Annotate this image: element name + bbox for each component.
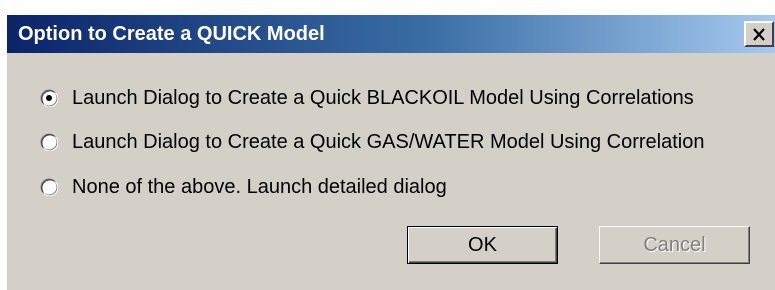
option-blackoil[interactable]: Launch Dialog to Create a Quick BLACKOIL… — [40, 85, 694, 111]
option-label-gas-water: Launch Dialog to Create a Quick GAS/WATE… — [72, 130, 705, 153]
radio-button-blackoil[interactable] — [40, 89, 58, 107]
option-gas-water[interactable]: Launch Dialog to Create a Quick GAS/WATE… — [40, 129, 705, 155]
close-icon — [753, 27, 765, 41]
close-button[interactable] — [744, 21, 774, 47]
title-bar[interactable]: Option to Create a QUICK Model — [7, 15, 775, 53]
quick-model-dialog: Option to Create a QUICK Model Launch Di… — [6, 14, 775, 290]
window-title: Option to Create a QUICK Model — [18, 23, 325, 45]
ok-button[interactable]: OK — [407, 226, 558, 264]
option-detailed-dialog[interactable]: None of the above. Launch detailed dialo… — [40, 174, 447, 200]
radio-button-gas-water[interactable] — [40, 133, 58, 151]
radio-button-detailed-dialog[interactable] — [40, 178, 58, 196]
option-label-detailed-dialog: None of the above. Launch detailed dialo… — [72, 175, 447, 198]
cancel-button[interactable]: Cancel — [599, 226, 750, 264]
option-label-blackoil: Launch Dialog to Create a Quick BLACKOIL… — [72, 86, 694, 109]
